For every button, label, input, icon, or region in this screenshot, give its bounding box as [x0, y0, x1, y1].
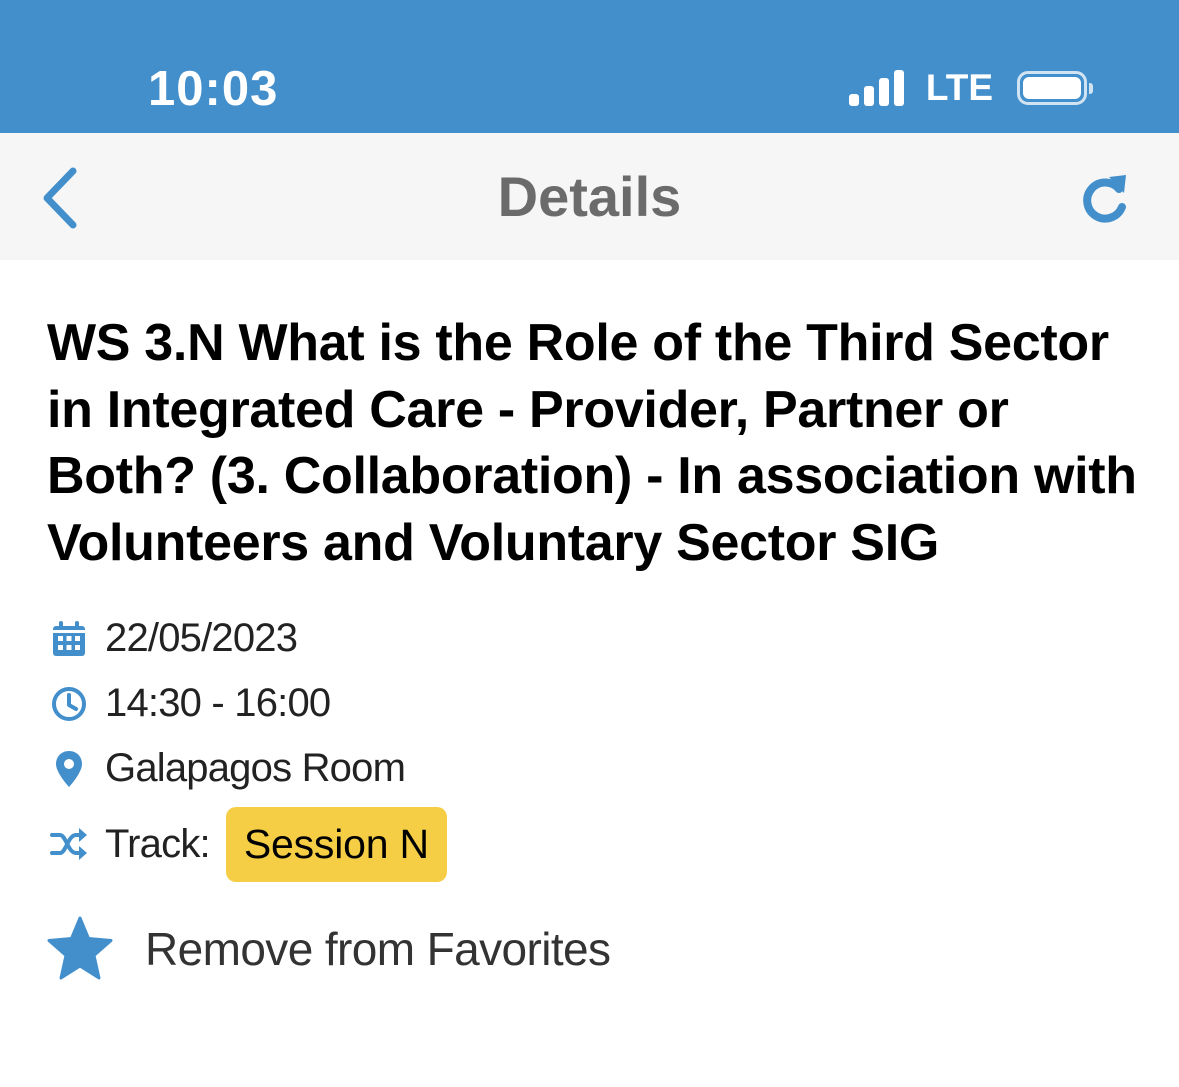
- calendar-icon: [49, 619, 89, 659]
- star-icon: [47, 916, 113, 980]
- refresh-icon: [1083, 175, 1126, 223]
- track-badge[interactable]: Session N: [225, 806, 447, 882]
- clock-icon: [49, 684, 89, 724]
- session-room: Galapagos Room: [105, 746, 406, 790]
- session-details: WS 3.N What is the Role of the Third Sec…: [47, 310, 1137, 982]
- remove-favorite-button[interactable]: Remove from Favorites: [47, 916, 1137, 982]
- status-time: 10:03: [148, 62, 279, 116]
- remove-favorite-label: Remove from Favorites: [145, 923, 611, 975]
- session-time-row: 14:30 - 16:00: [47, 671, 1137, 736]
- session-date-row: 22/05/2023: [47, 606, 1137, 671]
- session-meta: 22/05/2023 14:30 - 16:00 Galapagos Room: [47, 606, 1137, 884]
- network-type: LTE: [925, 67, 993, 108]
- refresh-button[interactable]: [1075, 169, 1135, 229]
- session-room-row: Galapagos Room: [47, 736, 1137, 801]
- session-title: WS 3.N What is the Role of the Third Sec…: [47, 314, 1137, 572]
- battery-icon: [1017, 71, 1093, 105]
- location-pin-icon: [49, 749, 89, 789]
- session-date: 22/05/2023: [105, 616, 298, 660]
- status-bar: 10:03 LTE: [0, 0, 1179, 133]
- shuffle-icon: [49, 824, 89, 864]
- status-indicators: LTE: [848, 66, 1093, 110]
- page-title: Details: [497, 165, 682, 228]
- track-label: Track:: [105, 821, 211, 866]
- signal-strength-icon: [848, 70, 904, 106]
- battery-level: [1023, 77, 1081, 99]
- navigation-bar: Details: [0, 133, 1179, 260]
- session-time: 14:30 - 16:00: [105, 681, 331, 725]
- session-track-row: Track: Session N: [47, 804, 1137, 884]
